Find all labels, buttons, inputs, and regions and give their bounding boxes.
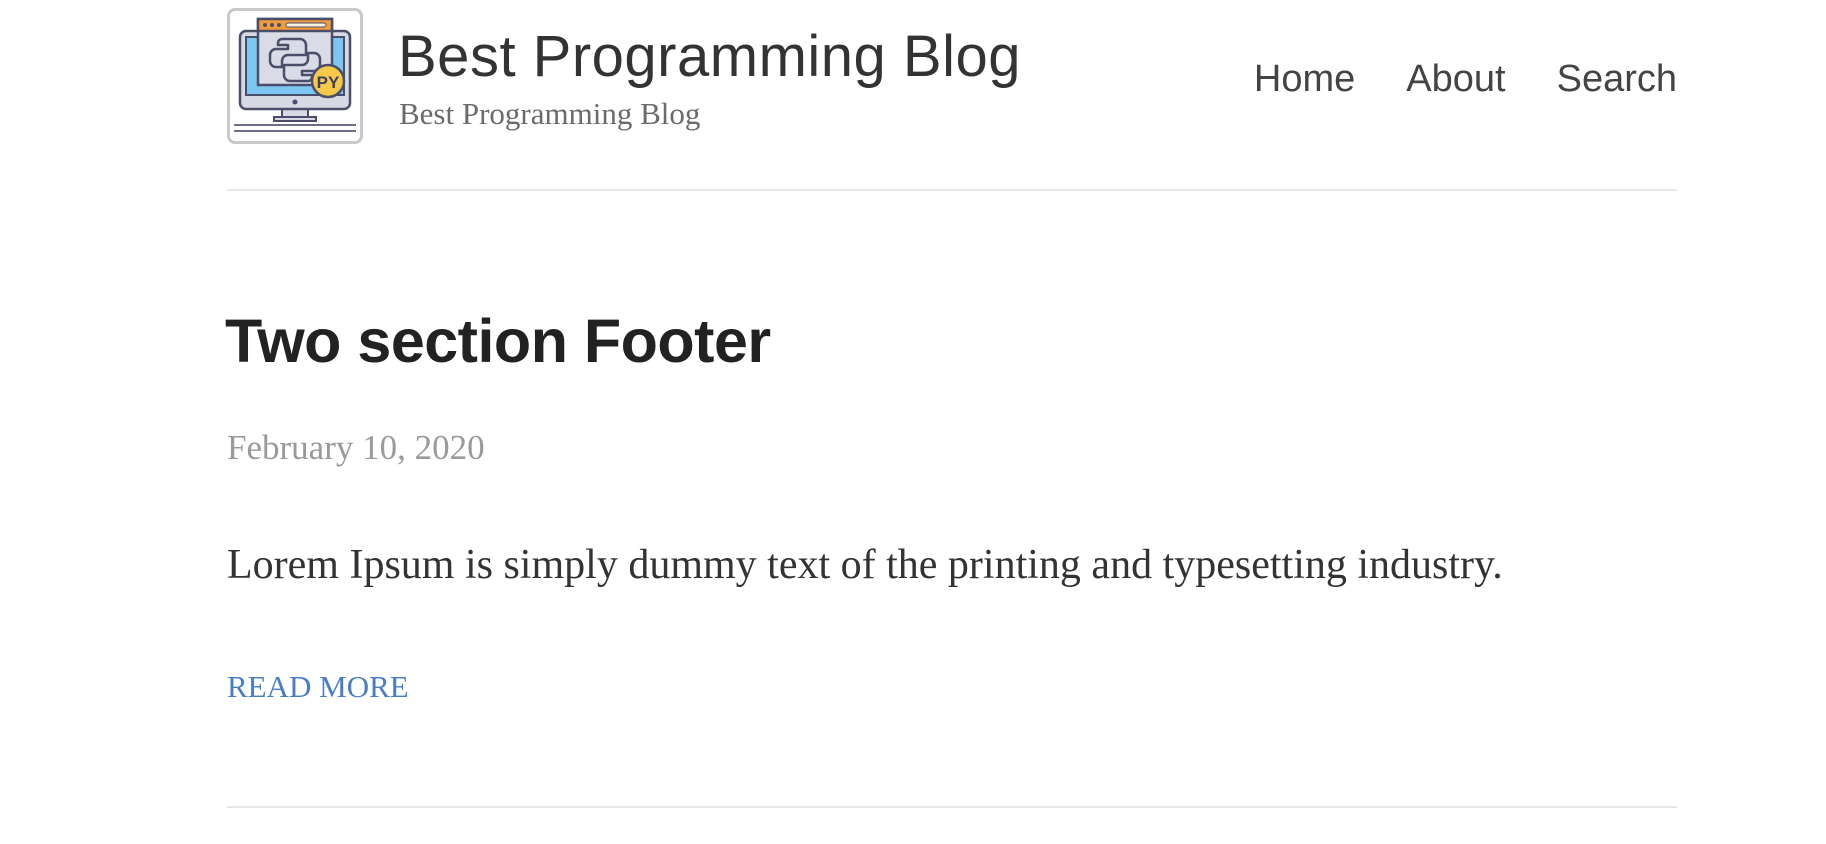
site-header: PY Best Programming Blog Best Programmin… xyxy=(227,0,1677,191)
read-more-link[interactable]: READ MORE xyxy=(227,667,409,707)
page-container: PY Best Programming Blog Best Programmin… xyxy=(225,0,1677,808)
nav-search-link[interactable]: Search xyxy=(1557,55,1677,103)
post-title[interactable]: Two section Footer xyxy=(225,305,771,377)
post-date: February 10, 2020 xyxy=(227,428,485,467)
main-nav: Home About Search xyxy=(1203,55,1677,103)
post-excerpt: Lorem Ipsum is simply dummy text of the … xyxy=(227,542,1503,588)
nav-about-link[interactable]: About xyxy=(1406,55,1505,103)
site-title[interactable]: Best Programming Blog xyxy=(398,22,1021,92)
site-tagline: Best Programming Blog xyxy=(399,96,701,131)
site-logo[interactable]: PY xyxy=(227,8,363,144)
nav-home-link[interactable]: Home xyxy=(1254,55,1355,103)
logo-badge-text: PY xyxy=(317,73,340,92)
python-monitor-icon: PY xyxy=(234,17,356,132)
post-preview: Two section Footer February 10, 2020 Lor… xyxy=(225,189,1677,808)
